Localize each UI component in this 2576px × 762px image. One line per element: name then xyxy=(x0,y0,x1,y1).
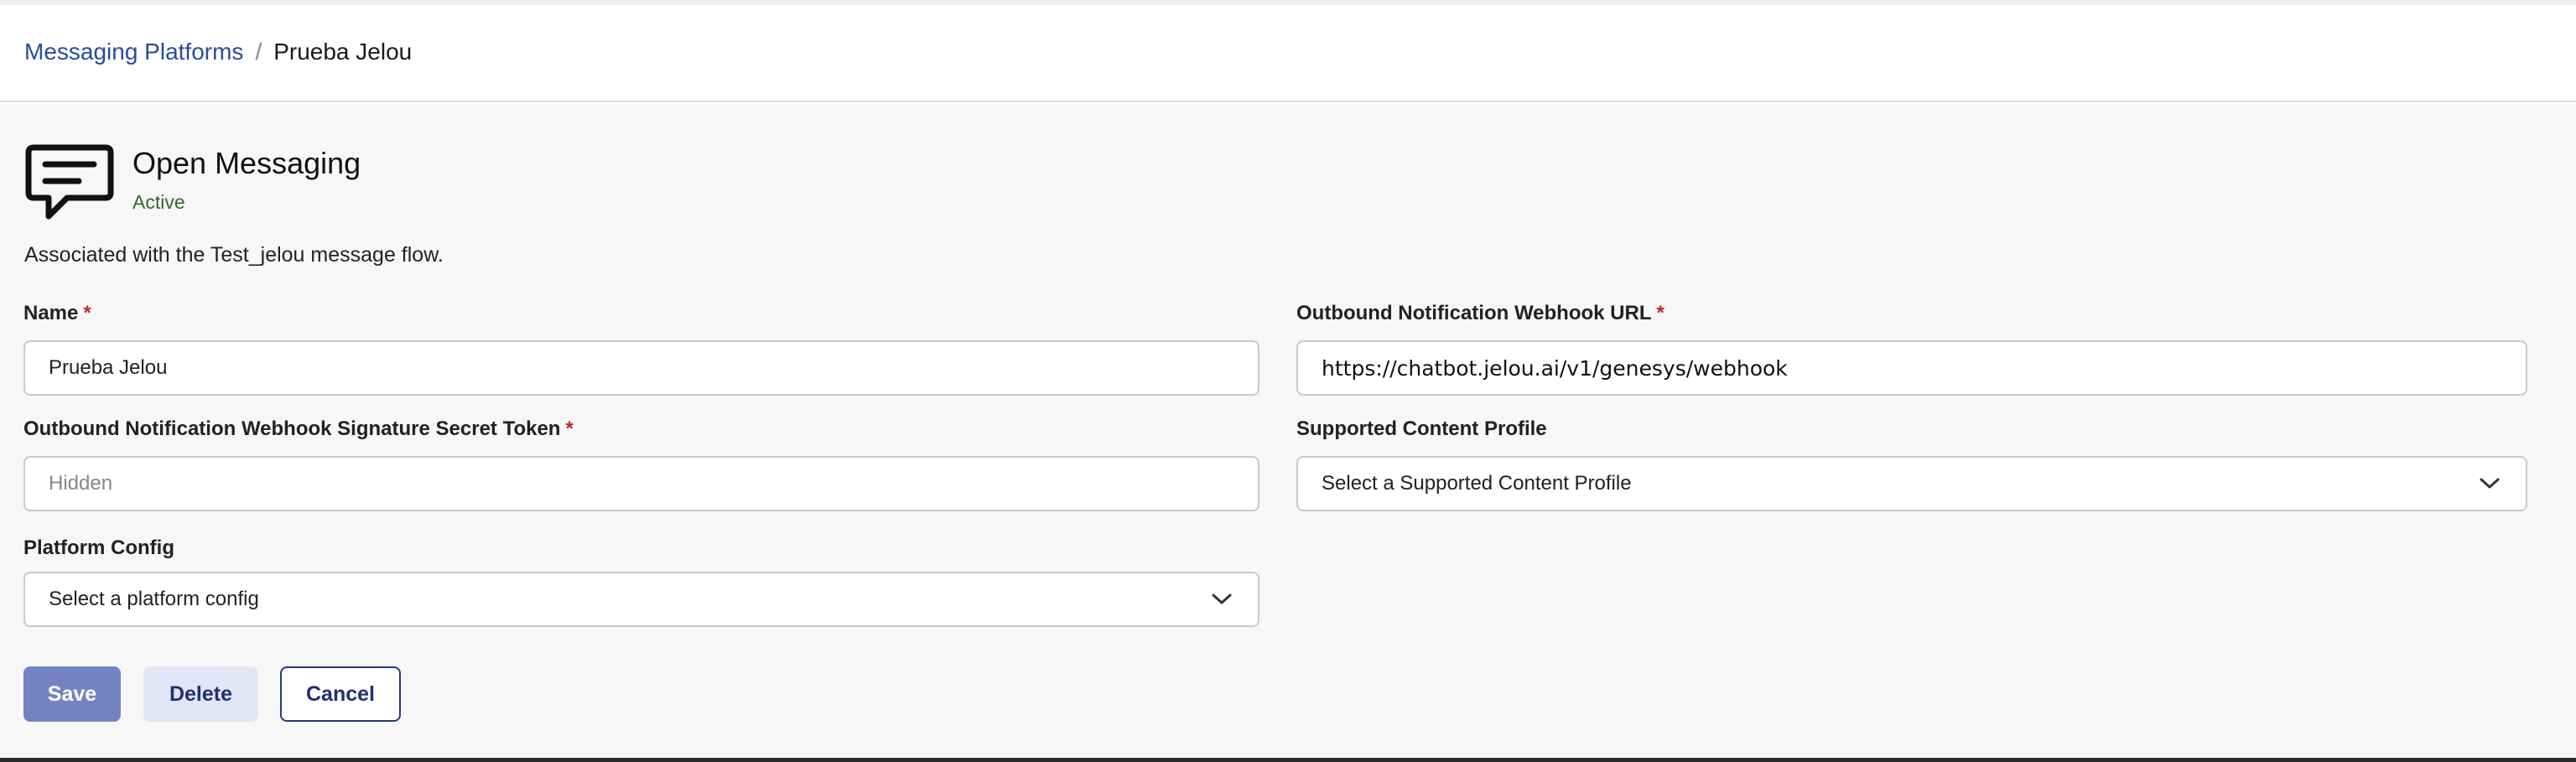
breadcrumb-messaging-platforms-link[interactable]: Messaging Platforms xyxy=(24,39,243,65)
association-text: Associated with the Test_jelou message f… xyxy=(24,243,444,267)
delete-button[interactable]: Delete xyxy=(143,666,258,722)
chevron-down-icon xyxy=(2480,478,2500,489)
platform-config-label-text: Platform Config xyxy=(23,537,174,559)
platform-config-placeholder: Select a platform config xyxy=(49,588,259,610)
platform-config-field: Platform Config Select a platform config xyxy=(23,537,1259,627)
secret-token-label-text: Outbound Notification Webhook Signature … xyxy=(23,417,561,440)
cancel-button[interactable]: Cancel xyxy=(280,666,401,722)
content-profile-label: Supported Content Profile xyxy=(1296,417,2527,441)
top-bar: Messaging Platforms / Prueba Jelou xyxy=(0,0,2576,102)
integration-details-panel: Open Messaging Active Associated with th… xyxy=(0,104,2576,762)
platform-config-select[interactable]: Select a platform config xyxy=(23,572,1259,627)
integration-title: Open Messaging xyxy=(132,146,361,180)
name-input-value: Prueba Jelou xyxy=(49,356,168,379)
content-profile-label-text: Supported Content Profile xyxy=(1296,417,1547,440)
secret-token-field: Outbound Notification Webhook Signature … xyxy=(23,417,1259,511)
platform-config-label: Platform Config xyxy=(23,537,1259,560)
save-button[interactable]: Save xyxy=(23,666,121,722)
secret-token-placeholder: Hidden xyxy=(49,472,113,495)
content-profile-select[interactable]: Select a Supported Content Profile xyxy=(1296,456,2527,511)
secret-token-label: Outbound Notification Webhook Signature … xyxy=(23,417,1259,441)
breadcrumb-current: Prueba Jelou xyxy=(273,39,413,65)
name-label: Name * xyxy=(23,302,1259,325)
required-marker: * xyxy=(1656,302,1665,324)
webhook-url-field: Outbound Notification Webhook URL * https… xyxy=(1296,302,2527,396)
title-group: Open Messaging Active xyxy=(132,146,361,214)
webhook-url-input[interactable]: https://chatbot.jelou.ai/v1/genesys/webh… xyxy=(1296,340,2527,396)
secret-token-input[interactable]: Hidden xyxy=(23,456,1259,511)
integration-header: Open Messaging Active xyxy=(23,141,361,225)
bottom-edge xyxy=(0,758,2576,762)
chat-message-icon xyxy=(25,144,114,220)
required-marker: * xyxy=(565,417,574,440)
status-label: Active xyxy=(132,191,185,213)
breadcrumb: Messaging Platforms / Prueba Jelou xyxy=(24,39,412,65)
top-edge xyxy=(0,0,2576,5)
content-profile-field: Supported Content Profile Select a Suppo… xyxy=(1296,417,2527,511)
name-field: Name * Prueba Jelou xyxy=(23,302,1259,396)
breadcrumb-separator: / xyxy=(255,39,262,65)
name-label-text: Name xyxy=(23,302,79,324)
content-profile-placeholder: Select a Supported Content Profile xyxy=(1322,472,1632,495)
required-marker: * xyxy=(83,302,91,324)
name-input[interactable]: Prueba Jelou xyxy=(23,340,1259,396)
webhook-url-input-value: https://chatbot.jelou.ai/v1/genesys/webh… xyxy=(1322,355,1788,381)
chevron-down-icon xyxy=(1212,594,1232,604)
webhook-url-label: Outbound Notification Webhook URL * xyxy=(1296,302,2527,325)
webhook-url-label-text: Outbound Notification Webhook URL xyxy=(1296,302,1652,324)
